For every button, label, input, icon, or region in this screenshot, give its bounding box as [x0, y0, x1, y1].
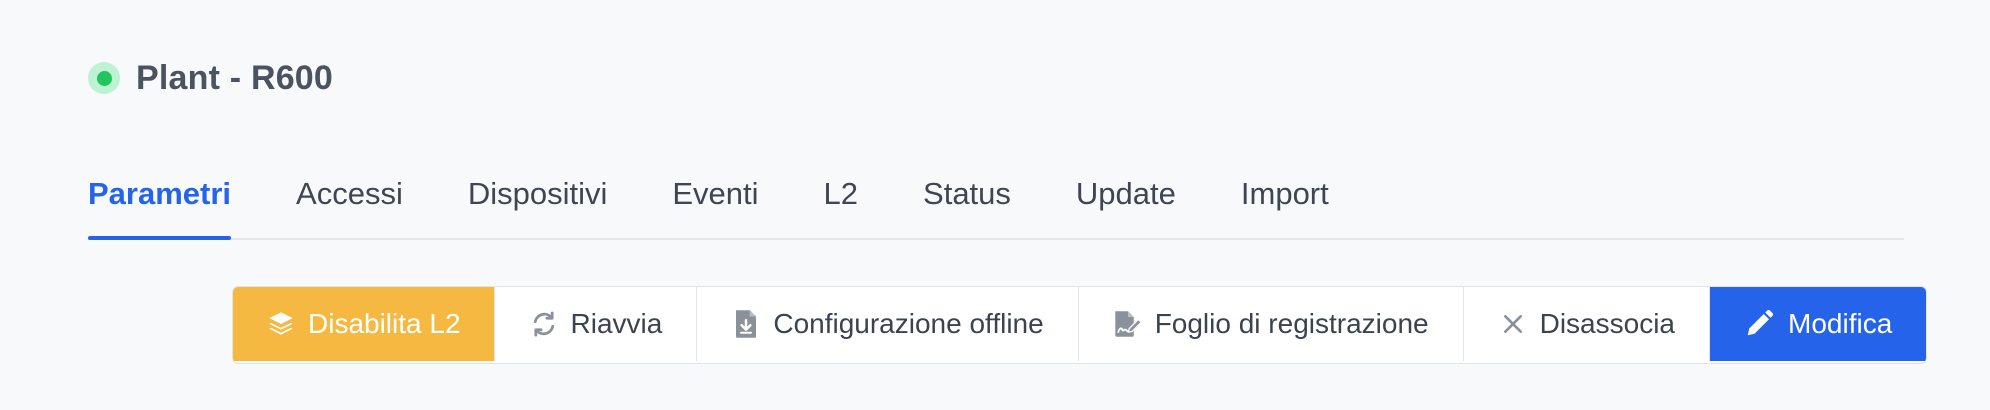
offline-config-button[interactable]: Configurazione offline	[697, 287, 1079, 361]
restart-button[interactable]: Riavvia	[494, 287, 698, 361]
layers-icon	[266, 309, 296, 339]
page-header: Plant - R600	[88, 54, 333, 102]
tab-l2[interactable]: L2	[824, 168, 858, 238]
disassociate-button[interactable]: Disassocia	[1463, 287, 1710, 361]
action-toolbar: Disabilita L2 Riavvia Configurazione off…	[232, 286, 1928, 364]
tab-import[interactable]: Import	[1241, 168, 1329, 238]
close-icon	[1498, 309, 1528, 339]
file-download-icon	[731, 309, 761, 339]
disable-l2-button[interactable]: Disabilita L2	[233, 287, 495, 361]
tab-parametri[interactable]: Parametri	[88, 168, 232, 240]
tab-status[interactable]: Status	[923, 168, 1011, 238]
tab-update[interactable]: Update	[1076, 168, 1176, 238]
file-signature-icon	[1113, 309, 1143, 339]
registration-sheet-button[interactable]: Foglio di registrazione	[1078, 287, 1464, 361]
restart-label: Riavvia	[570, 308, 663, 339]
status-indicator	[88, 62, 120, 94]
pencil-icon	[1744, 309, 1774, 339]
tab-accessi[interactable]: Accessi	[296, 168, 403, 238]
edit-button[interactable]: Modifica	[1710, 287, 1927, 361]
tab-eventi[interactable]: Eventi	[672, 168, 758, 238]
tab-bar: Parametri Accessi Dispositivi Eventi L2 …	[88, 168, 1904, 240]
disable-l2-label: Disabilita L2	[308, 308, 461, 339]
registration-sheet-label: Foglio di registrazione	[1154, 308, 1429, 339]
tab-dispositivi[interactable]: Dispositivi	[468, 168, 608, 238]
disassociate-label: Disassocia	[1539, 308, 1675, 339]
page-title: Plant - R600	[136, 58, 334, 97]
status-online-dot	[96, 70, 112, 86]
refresh-icon	[529, 309, 559, 339]
device-page: Plant - R600 Parametri Accessi Dispositi…	[0, 0, 1990, 410]
edit-label: Modifica	[1788, 308, 1893, 339]
offline-config-label: Configurazione offline	[773, 308, 1044, 339]
